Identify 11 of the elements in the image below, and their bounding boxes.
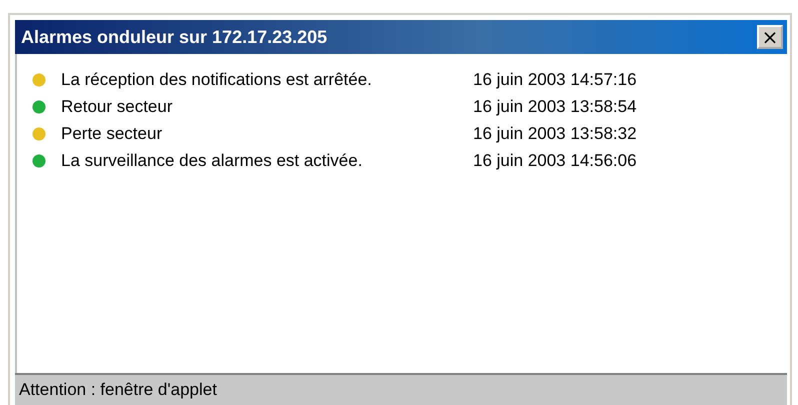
alarm-message: Retour secteur — [61, 96, 174, 116]
alarm-message: La réception des notifications est arrêtée. — [61, 70, 373, 90]
close-button[interactable]: × — [757, 25, 783, 49]
alarm-message: La surveillance des alarmes est activée. — [61, 150, 364, 170]
status-text: Attention : fenêtre d'applet — [19, 380, 217, 400]
alarm-time: 16 juin 2003 13:58:54 — [473, 96, 637, 116]
alarm-time: 16 juin 2003 14:56:06 — [473, 150, 637, 170]
window-title: Alarmes onduleur sur 172.17.23.205 — [21, 26, 328, 48]
alarm-time: 16 juin 2003 14:57:16 — [473, 70, 637, 90]
alarm-time: 16 juin 2003 13:58:32 — [473, 124, 637, 144]
alarm-message: Perte secteur — [61, 124, 164, 144]
